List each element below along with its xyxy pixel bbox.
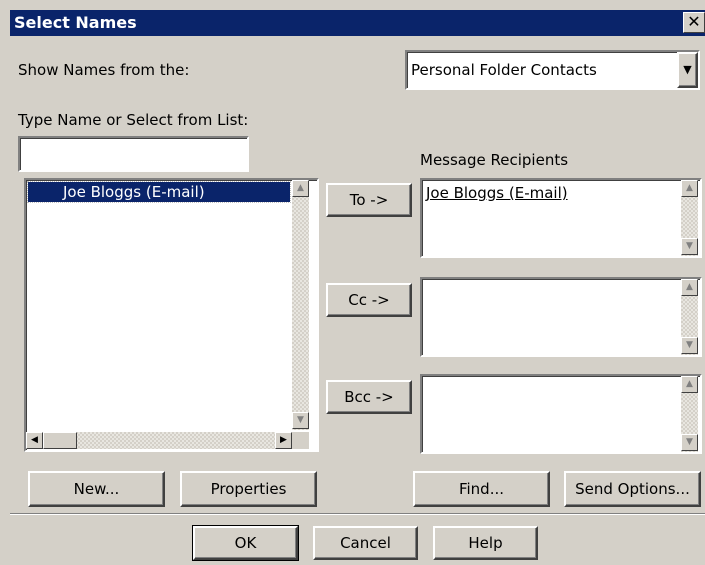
scroll-up-button[interactable]: ▲: [292, 180, 309, 197]
cc-button[interactable]: Cc ->: [326, 283, 412, 317]
scroll-left-button[interactable]: ◀: [26, 432, 43, 449]
to-recipients-box[interactable]: Joe Bloggs (E-mail) ▲ ▼: [420, 178, 702, 258]
name-list[interactable]: Joe Bloggs (E-mail) ▲ ▼ ◀ ▶: [24, 178, 319, 452]
bcc-button[interactable]: Bcc ->: [326, 380, 412, 414]
to-button[interactable]: To ->: [326, 183, 412, 217]
bcc-box-scroll-down-button[interactable]: ▼: [681, 434, 698, 451]
select-names-dialog: Select Names ✕ Show Names from the: Pers…: [0, 0, 705, 565]
find-button[interactable]: Find...: [413, 471, 550, 507]
scroll-down-button[interactable]: ▼: [292, 412, 309, 429]
address-book-selected-value: Personal Folder Contacts: [411, 61, 597, 79]
cc-box-scroll-down-button[interactable]: ▼: [681, 337, 698, 354]
scroll-left-icon: ◀: [31, 435, 38, 445]
name-list-vertical-scrollbar[interactable]: [292, 180, 309, 430]
scroll-up-icon: ▲: [686, 282, 693, 292]
scroll-right-button[interactable]: ▶: [275, 432, 292, 449]
type-name-input[interactable]: [18, 136, 249, 172]
scroll-down-icon: ▼: [686, 437, 693, 447]
cc-box-scroll-up-button[interactable]: ▲: [681, 279, 698, 296]
chevron-down-icon: ▼: [683, 63, 692, 76]
title-bar[interactable]: Select Names ✕: [10, 10, 705, 36]
horizontal-scroll-thumb[interactable]: [43, 432, 77, 449]
show-names-label: Show Names from the:: [18, 61, 190, 79]
scroll-down-icon: ▼: [297, 415, 304, 425]
message-recipients-heading: Message Recipients: [420, 151, 569, 169]
help-button[interactable]: Help: [433, 526, 538, 560]
scroll-right-icon: ▶: [280, 435, 287, 445]
close-button[interactable]: ✕: [683, 12, 705, 33]
type-name-label: Type Name or Select from List:: [18, 111, 249, 129]
footer-separator: [10, 513, 705, 515]
new-button[interactable]: New...: [28, 471, 165, 507]
list-item[interactable]: Joe Bloggs (E-mail): [27, 181, 291, 203]
address-book-dropdown-button[interactable]: ▼: [677, 52, 698, 88]
to-box-scroll-up-button[interactable]: ▲: [681, 180, 698, 197]
scroll-up-icon: ▲: [297, 183, 304, 193]
bcc-box-scroll-up-button[interactable]: ▲: [681, 376, 698, 393]
to-box-scroll-down-button[interactable]: ▼: [681, 238, 698, 255]
scroll-down-icon: ▼: [686, 241, 693, 251]
window-title: Select Names: [14, 13, 137, 32]
properties-button[interactable]: Properties: [180, 471, 317, 507]
list-item-label: Joe Bloggs (E-mail): [63, 183, 205, 201]
to-recipient-item[interactable]: Joe Bloggs (E-mail): [426, 184, 568, 202]
scroll-up-icon: ▲: [686, 379, 693, 389]
cancel-button[interactable]: Cancel: [313, 526, 418, 560]
cc-recipients-box[interactable]: ▲ ▼: [420, 277, 702, 357]
send-options-button[interactable]: Send Options...: [564, 471, 701, 507]
ok-button[interactable]: OK: [192, 525, 299, 561]
scrollbar-corner: [292, 432, 309, 449]
scroll-up-icon: ▲: [686, 183, 693, 193]
scroll-down-icon: ▼: [686, 340, 693, 350]
close-icon: ✕: [687, 12, 701, 31]
bcc-recipients-box[interactable]: ▲ ▼: [420, 374, 702, 454]
address-book-select[interactable]: Personal Folder Contacts ▼: [405, 50, 700, 90]
